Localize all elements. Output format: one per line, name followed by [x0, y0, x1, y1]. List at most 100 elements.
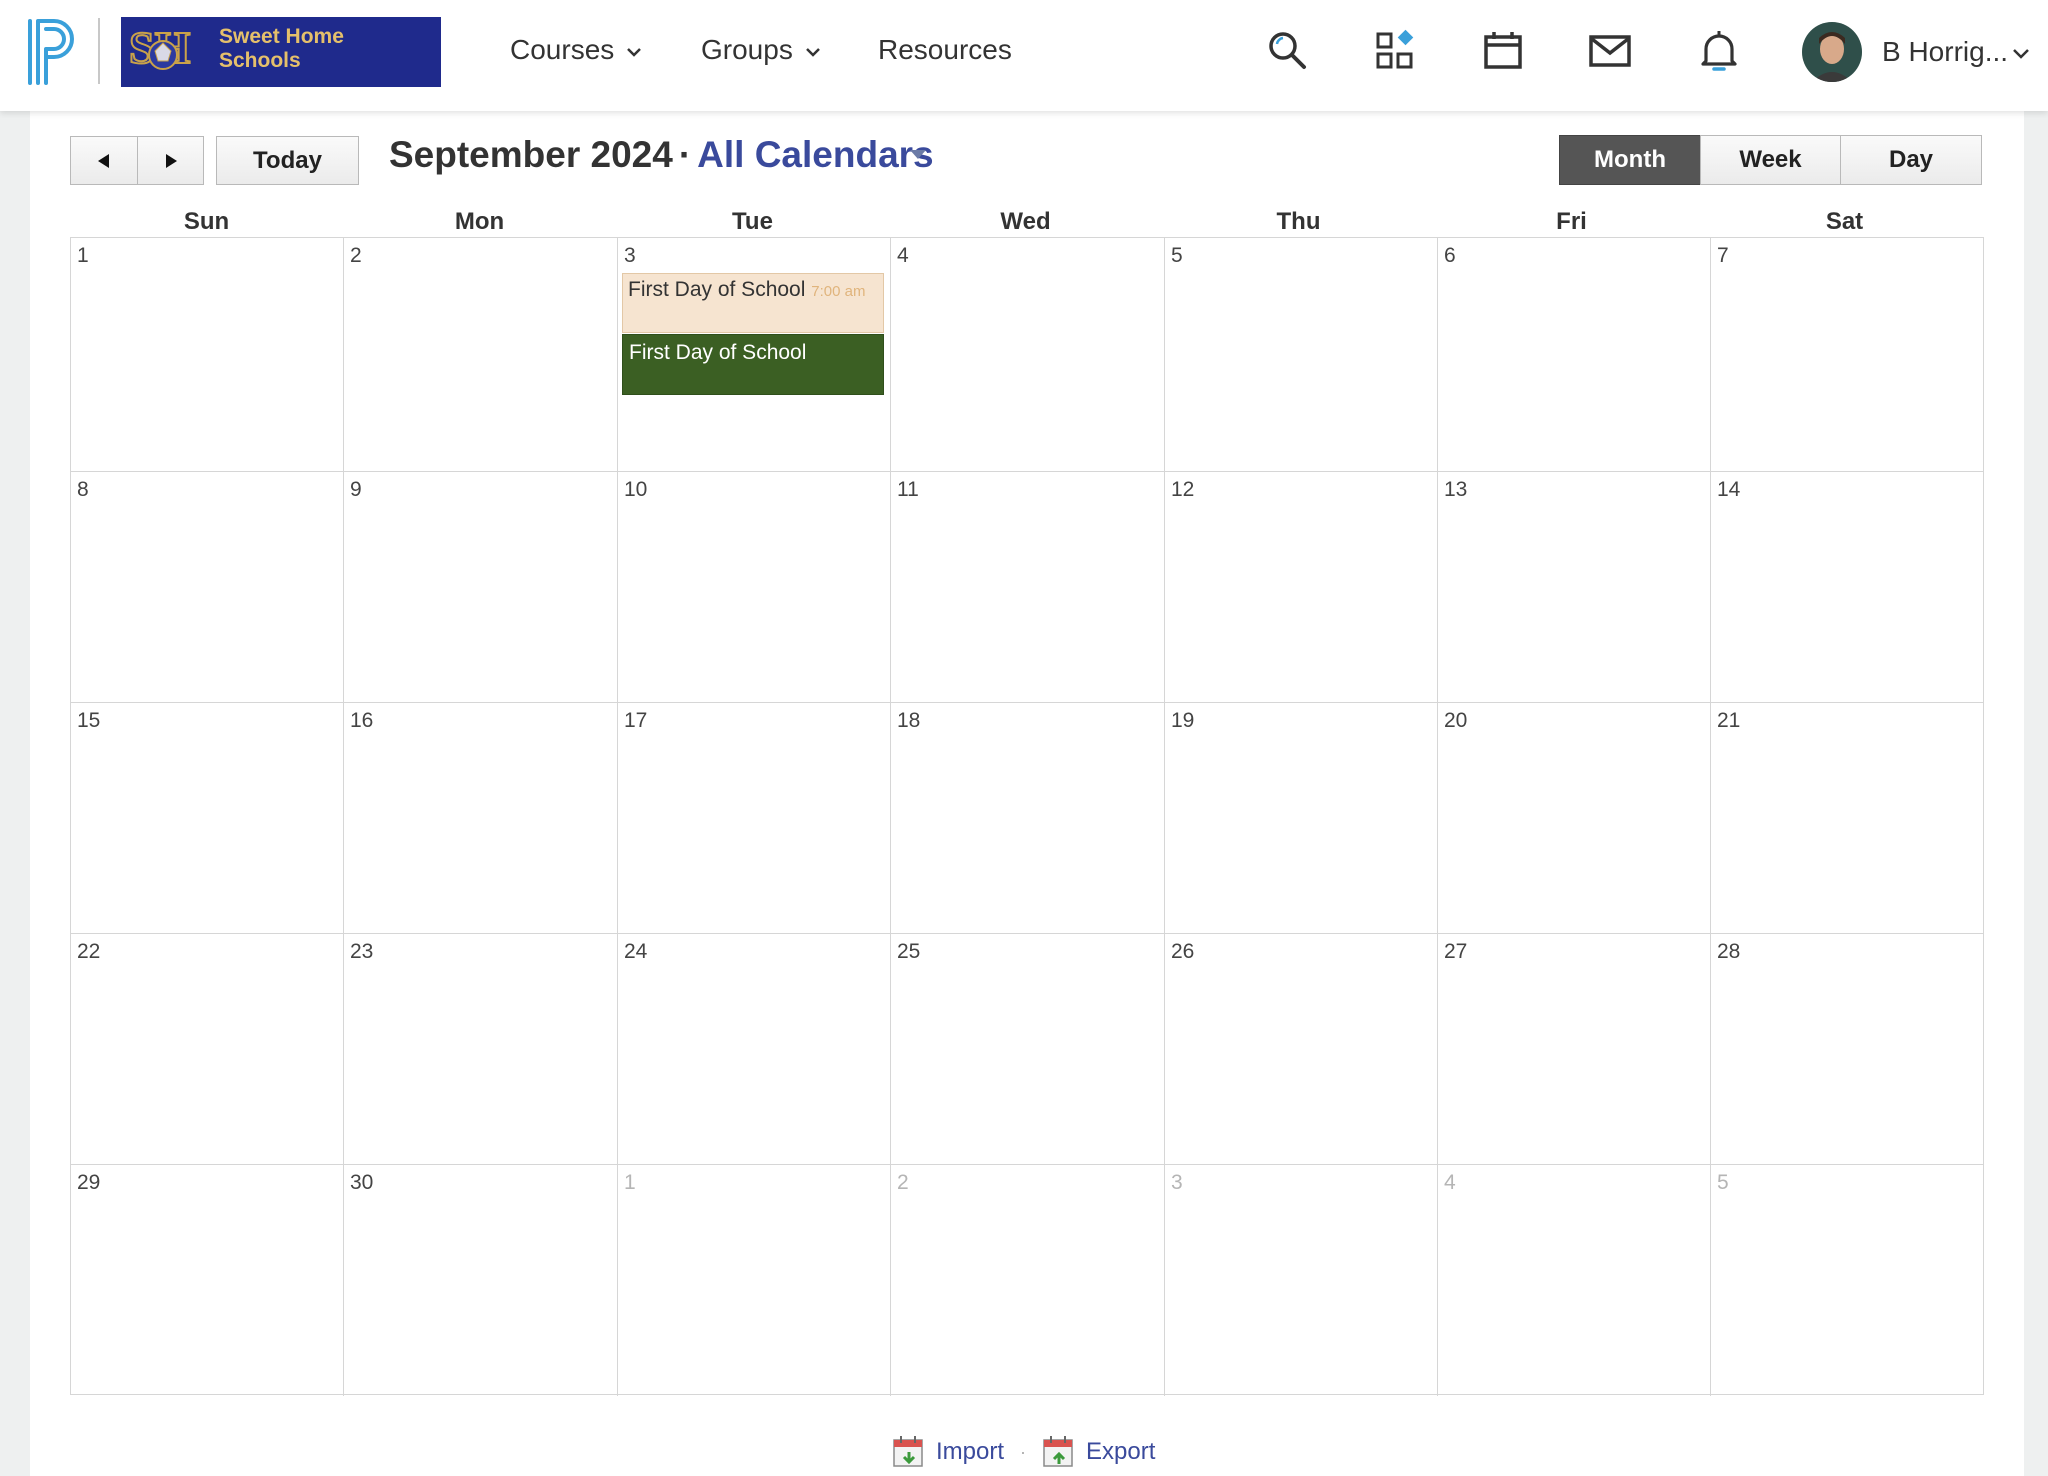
search-icon[interactable]: [1265, 28, 1311, 74]
day-number: 6: [1444, 244, 1456, 267]
day-cell[interactable]: 23: [344, 934, 618, 1165]
day-number: 30: [350, 1171, 374, 1194]
calendar-import-icon[interactable]: [892, 1434, 926, 1470]
nav-resources[interactable]: Resources: [878, 34, 1012, 66]
day-cell[interactable]: 1: [618, 1165, 891, 1396]
day-number: 16: [350, 709, 374, 732]
export-link[interactable]: Export: [1086, 1438, 1155, 1466]
day-cell[interactable]: 14: [1711, 472, 1983, 703]
day-cell[interactable]: 3: [1165, 1165, 1438, 1396]
day-cell[interactable]: 2: [344, 238, 618, 472]
day-cell[interactable]: 26: [1165, 934, 1438, 1165]
calendar-filter-dropdown[interactable]: All Calendars: [697, 134, 933, 175]
nav-courses-label: Courses: [510, 34, 615, 65]
day-cell[interactable]: 7: [1711, 238, 1983, 472]
apps-grid-icon[interactable]: [1373, 28, 1419, 74]
title-separator: ·: [678, 134, 692, 175]
month-view-button[interactable]: Month: [1559, 135, 1701, 185]
nav-resources-label: Resources: [878, 34, 1012, 65]
day-number: 22: [77, 940, 101, 963]
day-cell[interactable]: 17: [618, 703, 891, 934]
day-cell[interactable]: 21: [1711, 703, 1983, 934]
notification-bell-icon[interactable]: [1696, 28, 1742, 74]
day-cell[interactable]: 2: [891, 1165, 1165, 1396]
triangle-left-icon: [98, 153, 109, 168]
mail-icon[interactable]: [1587, 28, 1633, 74]
day-cell[interactable]: 13: [1438, 472, 1711, 703]
day-cell[interactable]: 1: [71, 238, 344, 472]
day-cell[interactable]: 18: [891, 703, 1165, 934]
day-number: 25: [897, 940, 921, 963]
next-month-button[interactable]: [137, 136, 204, 185]
day-number: 21: [1717, 709, 1741, 732]
day-cell[interactable]: 9: [344, 472, 618, 703]
weekday-header: Thu: [1276, 208, 1321, 235]
event-title: First Day of School: [629, 341, 807, 364]
weekday-header: Mon: [454, 208, 505, 235]
import-export-links: Import · Export: [892, 1434, 1155, 1470]
day-view-button[interactable]: Day: [1840, 135, 1982, 185]
day-number: 19: [1171, 709, 1195, 732]
day-cell[interactable]: 5: [1165, 238, 1438, 472]
day-number: 5: [1171, 244, 1183, 267]
day-cell[interactable]: 4: [1438, 1165, 1711, 1396]
today-button[interactable]: Today: [216, 136, 359, 185]
day-cell[interactable]: 25: [891, 934, 1165, 1165]
event-time: 7:00 am: [811, 283, 866, 300]
day-cell[interactable]: 5: [1711, 1165, 1983, 1396]
nav-courses[interactable]: Courses: [510, 34, 644, 66]
weekday-header: Wed: [1000, 208, 1051, 235]
day-number: 27: [1444, 940, 1468, 963]
user-name[interactable]: B Horrig...: [1882, 36, 2008, 68]
day-cell[interactable]: 24: [618, 934, 891, 1165]
top-navigation-bar: SH Sweet Home Schools Courses Groups Res…: [0, 0, 2048, 111]
day-number: 9: [350, 478, 362, 501]
weekday-header: Fri: [1556, 208, 1587, 235]
day-cell[interactable]: 19: [1165, 703, 1438, 934]
day-cell[interactable]: 4: [891, 238, 1165, 472]
logo-divider: [98, 18, 100, 84]
day-number: 1: [77, 244, 89, 267]
powerschool-logo-icon[interactable]: [26, 17, 82, 87]
day-cell[interactable]: 6: [1438, 238, 1711, 472]
day-cell[interactable]: 29: [71, 1165, 344, 1396]
week-view-button[interactable]: Week: [1700, 135, 1841, 185]
calendar-event[interactable]: First Day of School: [622, 334, 884, 395]
calendar-export-icon[interactable]: [1042, 1434, 1076, 1470]
import-link[interactable]: Import: [936, 1438, 1004, 1466]
day-number: 23: [350, 940, 374, 963]
calendar-icon[interactable]: [1480, 28, 1526, 74]
day-cell[interactable]: 15: [71, 703, 344, 934]
day-cell[interactable]: 20: [1438, 703, 1711, 934]
day-cell[interactable]: 27: [1438, 934, 1711, 1165]
day-cell[interactable]: 30: [344, 1165, 618, 1396]
day-cell[interactable]: 12: [1165, 472, 1438, 703]
day-number: 5: [1717, 1171, 1729, 1194]
day-cell[interactable]: 10: [618, 472, 891, 703]
day-number: 2: [350, 244, 362, 267]
caret-down-icon[interactable]: [910, 150, 926, 159]
day-cell[interactable]: 28: [1711, 934, 1983, 1165]
day-number: 10: [624, 478, 648, 501]
weekday-header: Sat: [1825, 208, 1864, 235]
user-avatar-icon: [1802, 22, 1862, 82]
day-number: 8: [77, 478, 89, 501]
calendar-event[interactable]: First Day of School 7:00 am: [622, 273, 884, 333]
day-number: 20: [1444, 709, 1468, 732]
day-number: 29: [77, 1171, 101, 1194]
chevron-down-icon: [627, 47, 641, 57]
day-cell[interactable]: 16: [344, 703, 618, 934]
day-cell[interactable]: 8: [71, 472, 344, 703]
nav-groups[interactable]: Groups: [701, 34, 823, 66]
day-number: 2: [897, 1171, 909, 1194]
avatar[interactable]: [1802, 22, 1862, 82]
day-cell[interactable]: 11: [891, 472, 1165, 703]
weekday-header: Sun: [183, 208, 230, 235]
chevron-down-icon[interactable]: [2010, 42, 2032, 64]
school-logo[interactable]: SH Sweet Home Schools: [121, 17, 441, 87]
day-cell[interactable]: 22: [71, 934, 344, 1165]
previous-month-button[interactable]: [70, 136, 138, 185]
day-number: 13: [1444, 478, 1468, 501]
nav-groups-label: Groups: [701, 34, 793, 65]
day-number: 3: [1171, 1171, 1183, 1194]
